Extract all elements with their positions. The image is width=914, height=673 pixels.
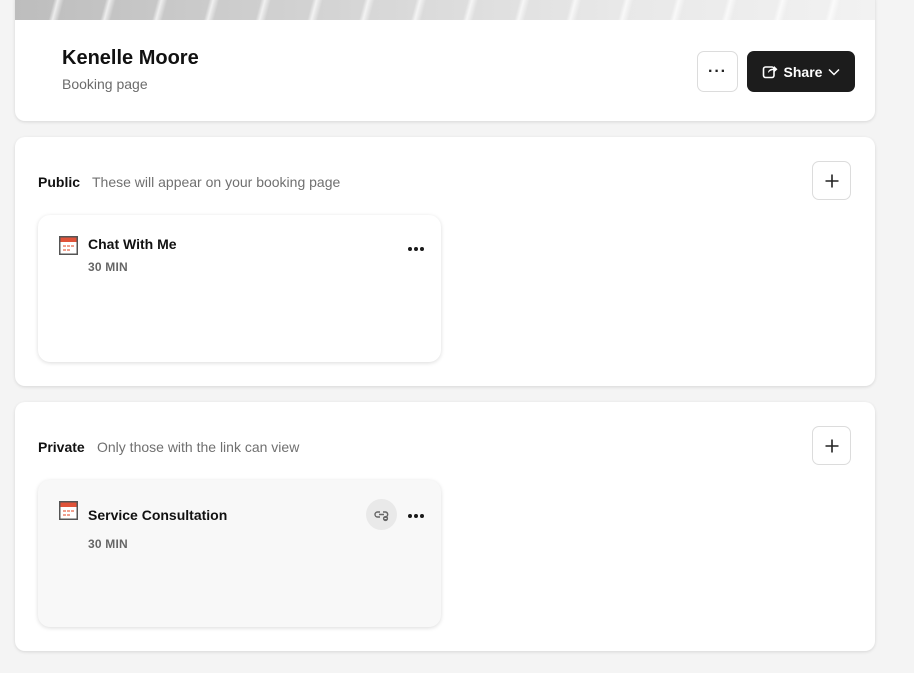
event-card-service-consultation[interactable]: Service Consultation 30 MIN [38, 480, 441, 627]
link-icon [373, 510, 388, 521]
event-title: Service Consultation [88, 507, 228, 523]
calendar-icon [59, 501, 78, 520]
plus-icon [825, 174, 838, 187]
more-horizontal-icon: ··· [708, 62, 727, 80]
event-duration: 30 MIN [88, 537, 128, 551]
header-banner [15, 0, 875, 20]
public-section-description: These will appear on your booking page [92, 174, 341, 190]
public-section-title: Public [38, 174, 81, 190]
page-owner-name: Kenelle Moore [62, 47, 199, 69]
chevron-down-icon [828, 68, 840, 76]
booking-page: Kenelle Moore Booking page ··· Share Pub… [0, 0, 914, 673]
add-private-event-button[interactable] [812, 426, 851, 465]
more-horizontal-icon[interactable] [406, 509, 426, 523]
add-public-event-button[interactable] [812, 161, 851, 200]
scrollbar-track[interactable] [896, 0, 914, 673]
share-button-label: Share [783, 63, 823, 80]
calendar-icon [59, 236, 78, 255]
public-section: Public These will appear on your booking… [15, 137, 875, 386]
event-duration: 30 MIN [88, 260, 128, 274]
share-icon [762, 66, 778, 79]
event-card-chat-with-me[interactable]: Chat With Me 30 MIN [38, 215, 441, 362]
private-section-title: Private [38, 439, 85, 455]
share-button[interactable]: Share [747, 51, 855, 92]
page-subtitle: Booking page [62, 76, 148, 92]
more-horizontal-icon[interactable] [406, 242, 426, 256]
plus-icon [825, 439, 838, 452]
profile-header-card: Kenelle Moore Booking page ··· Share [15, 0, 875, 121]
private-section-description: Only those with the link can view [97, 439, 300, 455]
private-link-button[interactable] [366, 499, 397, 530]
private-section: Private Only those with the link can vie… [15, 402, 875, 651]
event-title: Chat With Me [88, 236, 177, 252]
more-options-button[interactable]: ··· [697, 51, 738, 92]
